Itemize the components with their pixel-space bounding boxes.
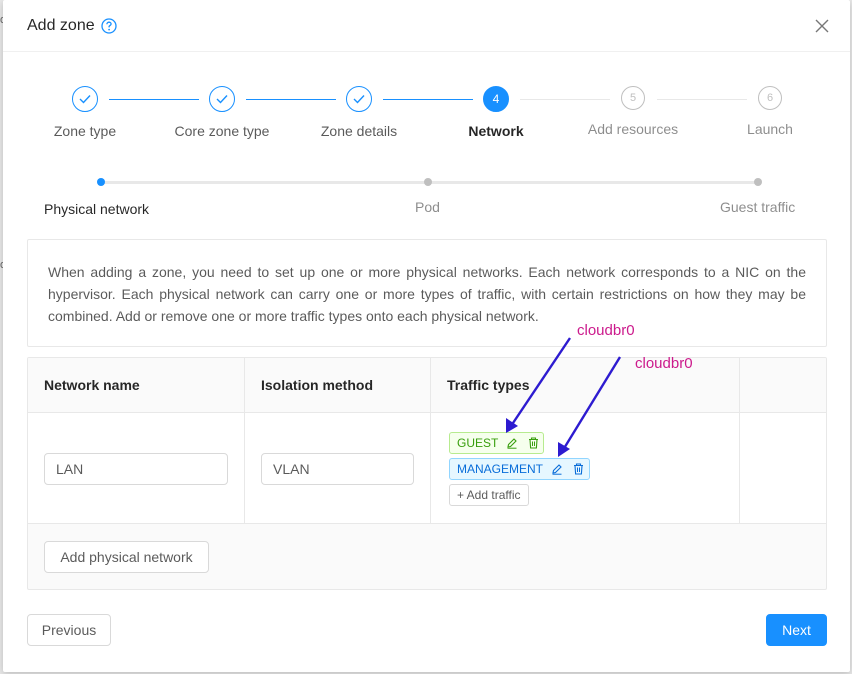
isolation-method-input[interactable]: VLAN <box>261 453 414 485</box>
modal-header: Add zone <box>3 0 850 52</box>
column-actions <box>740 358 826 413</box>
table-header: Network name Isolation method Traffic ty… <box>28 358 826 413</box>
step-label: Core zone type <box>174 123 270 139</box>
wizard-steps: Zone type Core zone type Zone details 4 … <box>3 86 850 146</box>
substep-dot <box>424 178 432 186</box>
table-row: LAN VLAN GUEST MANAGEMENT + Add traffic <box>28 413 826 524</box>
traffic-tag-management[interactable]: MANAGEMENT <box>449 458 590 480</box>
substep-physical-network: Physical network <box>44 201 150 217</box>
edit-icon[interactable] <box>551 463 563 475</box>
step-add-resources: 5 Add resources <box>573 86 693 137</box>
step-label: Zone details <box>320 123 398 139</box>
question-circle-icon[interactable] <box>100 17 117 34</box>
column-network-name: Network name <box>28 358 245 413</box>
check-icon <box>209 86 235 112</box>
network-substeps: Physical network Pod Guest traffic <box>3 176 850 222</box>
cell-network-name: LAN <box>28 413 245 524</box>
cell-actions <box>740 413 826 524</box>
substep-dot <box>754 178 762 186</box>
close-icon[interactable] <box>812 16 832 36</box>
step-number: 6 <box>758 86 782 110</box>
add-physical-network-button[interactable]: Add physical network <box>44 541 209 573</box>
physical-network-table: Network name Isolation method Traffic ty… <box>27 357 827 590</box>
step-number: 5 <box>621 86 645 110</box>
step-label: Launch <box>747 121 793 137</box>
delete-icon[interactable] <box>528 437 539 449</box>
traffic-tag-guest[interactable]: GUEST <box>449 432 544 454</box>
modal-title: Add zone <box>27 16 95 34</box>
previous-button[interactable]: Previous <box>27 614 111 646</box>
traffic-tag-label: MANAGEMENT <box>457 462 544 476</box>
step-label: Network <box>468 123 524 139</box>
check-icon <box>72 86 98 112</box>
edit-icon[interactable] <box>506 437 518 449</box>
step-label: Add resources <box>587 121 679 137</box>
cell-traffic-types: GUEST MANAGEMENT + Add traffic <box>431 413 740 524</box>
column-isolation-method: Isolation method <box>245 358 431 413</box>
annotation-label-guest: cloudbr0 <box>577 322 635 339</box>
traffic-tag-label: GUEST <box>457 436 499 450</box>
annotation-label-management: cloudbr0 <box>635 355 693 372</box>
step-launch: 6 Launch <box>710 86 830 137</box>
check-icon <box>346 86 372 112</box>
substep-pod: Pod <box>415 199 440 215</box>
add-traffic-button[interactable]: + Add traffic <box>449 484 529 506</box>
cell-isolation-method: VLAN <box>245 413 431 524</box>
delete-icon[interactable] <box>573 463 584 475</box>
add-zone-modal: Add zone Zone type Core zone type Zone d… <box>3 0 850 672</box>
step-network: 4 Network <box>436 86 556 139</box>
substep-dot-active <box>97 178 105 186</box>
step-number: 4 <box>483 86 509 112</box>
step-zone-details: Zone details <box>299 86 419 139</box>
step-zone-type: Zone type <box>25 86 145 139</box>
column-traffic-types: Traffic types <box>431 358 740 413</box>
next-button[interactable]: Next <box>766 614 827 646</box>
step-label: Zone type <box>53 123 117 139</box>
substep-guest-traffic: Guest traffic <box>720 199 796 215</box>
step-core-zone-type: Core zone type <box>162 86 282 139</box>
physical-network-description: When adding a zone, you need to set up o… <box>27 239 827 347</box>
network-name-input[interactable]: LAN <box>44 453 228 485</box>
